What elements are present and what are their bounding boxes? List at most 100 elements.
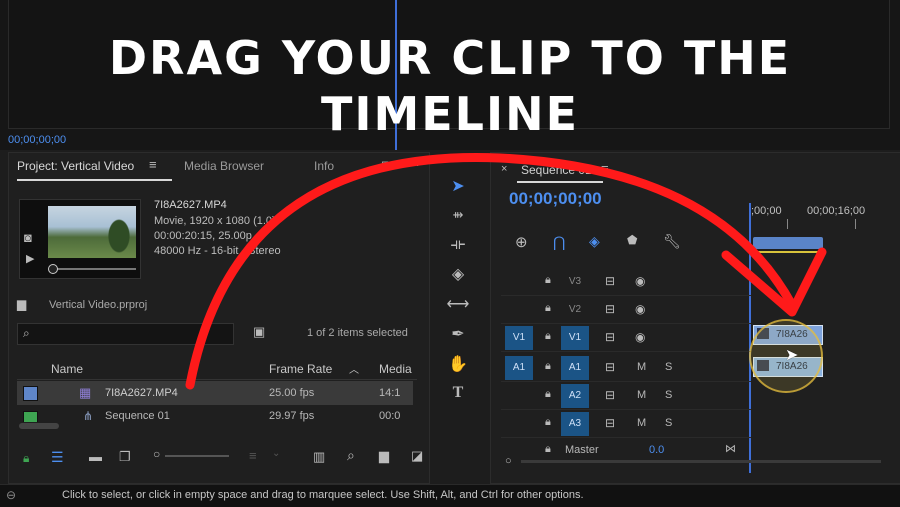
sync-lock-icon[interactable]: ⊟ xyxy=(605,416,615,430)
ripple-edit-icon[interactable]: ⟛ xyxy=(444,232,472,258)
track-label[interactable]: V2 xyxy=(561,298,589,322)
cursor-icon: ➤ xyxy=(785,347,799,364)
row-media: 14:1 xyxy=(379,387,401,399)
tab-sequence[interactable]: Sequence 01 xyxy=(521,163,592,177)
nest-icon[interactable]: ⊕ xyxy=(515,233,528,251)
time-ruler[interactable]: ;00;00 00;00;16;00 xyxy=(751,199,900,233)
timeline-panel: × Sequence 01 ≡ 00;00;00;00 ⊕ ⋂ ◈ ⬟ 🔧︎ ;… xyxy=(490,152,900,484)
horizontal-scrollbar[interactable] xyxy=(19,423,59,429)
column-frame-rate[interactable]: Frame Rate xyxy=(269,362,332,376)
hand-tool-icon[interactable]: ✋ xyxy=(444,352,472,378)
eye-icon[interactable]: ◉ xyxy=(635,274,645,288)
sync-lock-icon[interactable]: ⊟ xyxy=(605,274,615,288)
lock-icon[interactable]: 🔒︎ xyxy=(545,360,551,373)
track-label[interactable]: A2 xyxy=(561,384,589,408)
project-row[interactable]: ⋔ Sequence 01 29.97 fps 00:0 xyxy=(17,406,413,422)
snap-icon[interactable]: ⋂ xyxy=(553,233,565,251)
tab-project[interactable]: Project: Vertical Video xyxy=(17,159,134,173)
thumbnail-image xyxy=(48,206,136,258)
sync-lock-icon[interactable]: ⊟ xyxy=(605,302,615,316)
master-volume[interactable]: 0.0 xyxy=(649,444,664,455)
track-v2: 🔒︎ V2 ⊟ ◉ xyxy=(501,297,751,324)
solo-button[interactable]: S xyxy=(665,417,672,429)
search-input[interactable]: ⌕ xyxy=(17,323,234,345)
search-icon: ⌕ xyxy=(23,326,30,340)
lock-icon[interactable]: 🔒︎ xyxy=(545,388,551,401)
pen-tool-icon[interactable]: ✒ xyxy=(444,322,472,348)
tab-media-browser[interactable]: Media Browser xyxy=(184,159,264,173)
zoom-handle[interactable]: ○ xyxy=(505,455,512,467)
track-label[interactable]: V1 xyxy=(561,326,589,350)
tools-panel: ➤ ⇻ ⟛ ◈ ⟷ ✒ ✋ T xyxy=(440,170,478,406)
sync-lock-icon[interactable]: ⊟ xyxy=(605,388,615,402)
timeline-scrollbar[interactable]: ○ xyxy=(501,455,891,469)
play-icon[interactable]: ▶ xyxy=(26,252,34,265)
icon-view-icon[interactable]: ▬ xyxy=(89,449,102,464)
solo-button[interactable]: S xyxy=(665,361,672,373)
tab-effects[interactable]: E xyxy=(381,159,389,173)
new-bin-icon[interactable]: ▆ xyxy=(379,448,389,464)
clip-name: 7I8A2627.MP4 xyxy=(154,199,227,211)
sort-up-icon[interactable]: ︿ xyxy=(349,361,359,376)
label-color-swatch[interactable] xyxy=(23,411,38,422)
find-icon[interactable]: ⌕ xyxy=(347,447,355,464)
linked-selection-icon[interactable]: ◈ xyxy=(589,233,600,250)
zoom-slider-handle[interactable]: ○ xyxy=(153,447,160,461)
column-media[interactable]: Media xyxy=(379,362,412,376)
close-icon[interactable]: × xyxy=(501,163,507,175)
audio-meter-icon[interactable]: ⋈ xyxy=(725,442,736,455)
track-select-icon[interactable]: ⇻ xyxy=(444,202,472,228)
source-patch-v1[interactable]: V1 xyxy=(505,326,533,350)
scroll-track[interactable] xyxy=(521,460,881,463)
eye-icon[interactable]: ◉ xyxy=(635,302,645,316)
sort-dropdown-icon[interactable]: ⌄ xyxy=(272,448,280,459)
track-label[interactable]: V3 xyxy=(561,270,589,294)
row-name: Sequence 01 xyxy=(105,410,170,422)
sync-lock-icon[interactable]: ⊟ xyxy=(605,330,615,344)
automate-icon[interactable]: ▥ xyxy=(313,449,325,465)
tab-info[interactable]: Info xyxy=(314,159,334,173)
column-name[interactable]: Name xyxy=(51,362,83,376)
mute-button[interactable]: M xyxy=(637,417,646,429)
track-label[interactable]: A3 xyxy=(561,412,589,436)
new-bin-icon[interactable]: ▣ xyxy=(253,324,265,340)
row-media: 00:0 xyxy=(379,410,401,422)
sequence-timecode[interactable]: 00;00;00;00 xyxy=(509,189,602,209)
track-a1: A1 🔒︎ A1 ⊟ M S xyxy=(501,355,751,382)
new-item-icon[interactable]: ◪ xyxy=(411,448,423,464)
sync-lock-icon[interactable]: ⊟ xyxy=(605,360,615,374)
lock-icon[interactable]: 🔒︎ xyxy=(545,443,551,455)
mute-button[interactable]: M xyxy=(637,361,646,373)
work-area-bar[interactable] xyxy=(753,237,823,249)
scrubber-handle[interactable] xyxy=(48,264,58,274)
sort-icon[interactable]: ≡ xyxy=(249,448,257,463)
eye-icon[interactable]: ◉ xyxy=(635,330,645,344)
lock-icon[interactable]: 🔒︎ xyxy=(545,302,551,315)
list-view-icon[interactable]: ☰ xyxy=(51,449,64,466)
type-tool-icon[interactable]: T xyxy=(444,380,472,406)
add-marker-icon[interactable]: ⬟ xyxy=(627,233,637,247)
mute-button[interactable]: M xyxy=(637,389,646,401)
project-row[interactable]: ▦ 7I8A2627.MP4 25.00 fps 14:1 xyxy=(17,381,413,405)
clip-thumbnail[interactable]: ◙ ▶ xyxy=(19,199,141,279)
tabs-overflow-icon[interactable]: » xyxy=(414,158,420,170)
label-color-swatch[interactable] xyxy=(23,386,38,401)
slip-tool-icon[interactable]: ⟷ xyxy=(444,292,472,318)
freeform-view-icon[interactable]: ❐ xyxy=(119,449,131,465)
panel-menu-icon[interactable]: ≡ xyxy=(601,161,609,176)
solo-button[interactable]: S xyxy=(665,389,672,401)
lock-icon[interactable]: 🔒︎ xyxy=(545,274,551,287)
lock-icon[interactable]: 🔒︎ xyxy=(23,451,29,466)
lock-icon[interactable]: 🔒︎ xyxy=(545,416,551,429)
wrench-icon[interactable]: 🔧︎ xyxy=(663,233,681,250)
razor-icon[interactable]: ◈ xyxy=(444,262,472,288)
source-patch-a1[interactable]: A1 xyxy=(505,356,533,380)
selection-tool-icon[interactable]: ➤ xyxy=(444,174,472,200)
overlay-line-1: DRAG YOUR CLIP TO THE xyxy=(108,31,792,85)
zoom-slider[interactable] xyxy=(165,455,229,457)
lock-icon[interactable]: 🔒︎ xyxy=(545,330,551,343)
panel-menu-icon[interactable]: ≡ xyxy=(149,157,157,172)
track-label[interactable]: A1 xyxy=(561,356,589,380)
thumbnail-scrubber[interactable] xyxy=(50,268,136,270)
ruler-tick xyxy=(855,219,856,229)
